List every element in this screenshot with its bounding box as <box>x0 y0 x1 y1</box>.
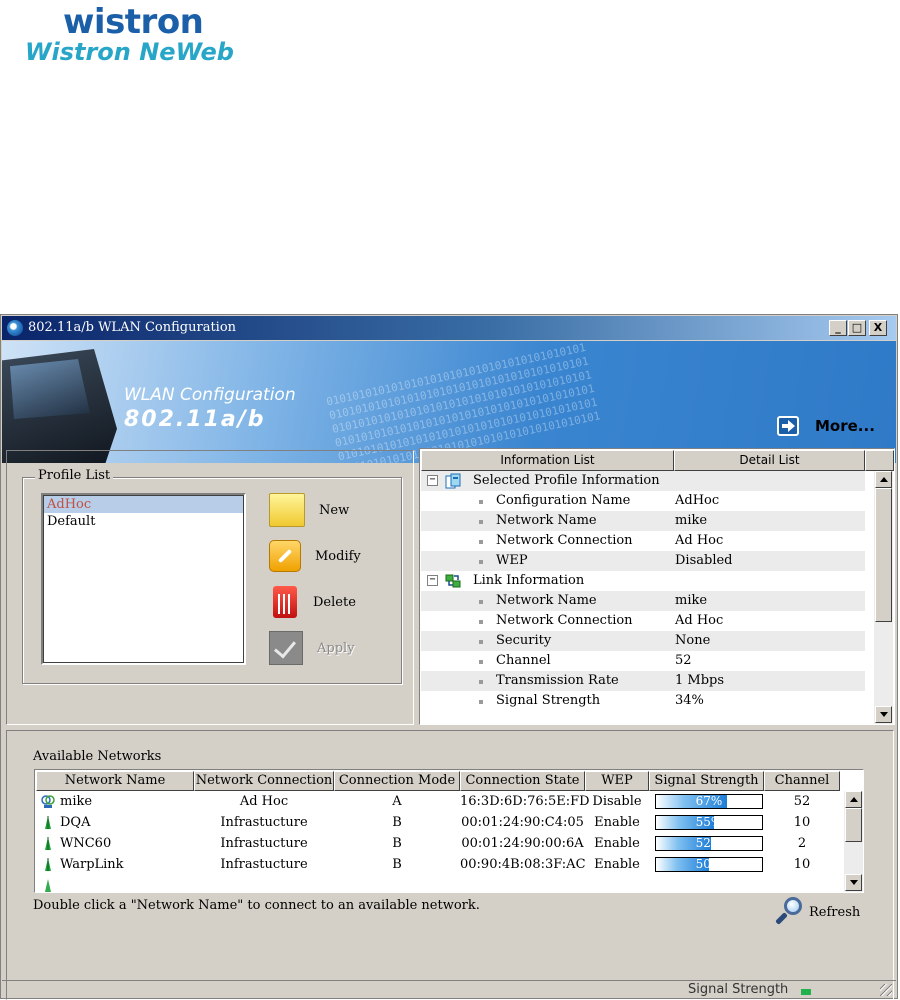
column-connection-mode[interactable]: Connection Mode <box>334 771 460 791</box>
header-banner: 0101010101010101010101010101010101010101… <box>2 341 896 463</box>
signal-bar: 52% <box>655 836 763 851</box>
collapse-icon[interactable]: − <box>427 575 438 586</box>
new-button[interactable]: New <box>269 490 349 530</box>
tree-row: Channel 52 <box>421 651 865 671</box>
scroll-thumb[interactable] <box>875 488 892 622</box>
refresh-label: Refresh <box>809 904 861 920</box>
tab-information-list[interactable]: Information List <box>421 450 674 471</box>
refresh-button[interactable]: Refresh <box>775 897 860 927</box>
networks-listview[interactable]: Network Name Network Connection Connecti… <box>34 769 864 893</box>
connect-hint: Double click a "Network Name" to connect… <box>33 898 480 913</box>
column-connection-state[interactable]: Connection State <box>460 771 585 791</box>
tree-node-link-information[interactable]: − Link Information <box>421 571 865 591</box>
signal-bar: 67% <box>655 794 763 809</box>
tree-row: Security None <box>421 631 865 651</box>
information-panel: Information List Detail List − Selected … <box>419 448 895 725</box>
tree-row: Network Connection Ad Hoc <box>421 531 865 551</box>
scroll-up-button[interactable] <box>875 471 892 488</box>
title-bar[interactable]: 802.11a/b WLAN Configuration _ □ X <box>2 316 896 340</box>
wlan-config-window: 802.11a/b WLAN Configuration _ □ X 01010… <box>0 314 898 1000</box>
tab-detail-list[interactable]: Detail List <box>674 450 865 471</box>
app-icon <box>7 320 23 336</box>
profile-info-icon <box>445 473 461 489</box>
signal-indicator <box>801 989 823 995</box>
window-title: 802.11a/b WLAN Configuration <box>28 320 237 335</box>
network-row[interactable]: WNC60 Infrastucture B 00:01:24:90:00:6A … <box>36 833 844 854</box>
access-point-icon <box>45 837 51 850</box>
column-wep[interactable]: WEP <box>585 771 649 791</box>
new-label: New <box>319 502 350 518</box>
banner-standard: 802.11a/b <box>124 407 266 432</box>
scroll-thumb[interactable] <box>845 808 862 842</box>
profile-listbox[interactable]: AdHoc Default <box>41 493 246 665</box>
signal-bar: 55% <box>655 815 763 830</box>
wistron-logo: wistron Wistron NeWeb <box>25 4 265 66</box>
close-button[interactable]: X <box>869 320 887 336</box>
link-info-icon <box>445 574 461 588</box>
available-networks-label: Available Networks <box>33 749 162 764</box>
modify-button[interactable]: Modify <box>269 536 361 576</box>
apply-button[interactable]: Apply <box>269 628 355 668</box>
arrow-right-icon <box>777 416 799 436</box>
delete-button[interactable]: Delete <box>269 582 356 622</box>
access-point-icon <box>45 858 51 871</box>
tree-row: Transmission Rate 1 Mbps <box>421 671 865 691</box>
column-channel[interactable]: Channel <box>764 771 840 791</box>
logo-subtitle: Wistron NeWeb <box>25 38 234 66</box>
maximize-button[interactable]: □ <box>848 320 866 336</box>
more-button[interactable]: More... <box>777 413 875 439</box>
logo-wordmark: wistron <box>63 2 204 42</box>
tree-row: Network Name mike <box>421 511 865 531</box>
network-row[interactable]: DQA Infrastucture B 00:01:24:90:C4:05 En… <box>36 812 844 833</box>
resize-grip[interactable] <box>880 984 892 996</box>
column-signal-strength[interactable]: Signal Strength <box>649 771 764 791</box>
binary-decoration: 0101010101010101010101010101010101010101… <box>325 341 602 463</box>
profile-item-adhoc[interactable]: AdHoc <box>44 496 243 513</box>
profile-list-label: Profile List <box>35 468 114 483</box>
scroll-up-button[interactable] <box>845 791 862 808</box>
access-point-icon <box>45 879 51 892</box>
tree-row: Network Connection Ad Hoc <box>421 611 865 631</box>
apply-label: Apply <box>317 640 355 656</box>
tree-row: Network Name mike <box>421 591 865 611</box>
minimize-button[interactable]: _ <box>829 320 847 336</box>
modify-label: Modify <box>315 548 361 564</box>
wrench-icon <box>269 540 301 572</box>
collapse-icon[interactable]: − <box>427 475 438 486</box>
more-label: More... <box>815 417 875 435</box>
section-label: Link Information <box>473 573 585 588</box>
adhoc-icon <box>41 795 55 808</box>
laptop-screen <box>10 359 90 419</box>
column-network-name[interactable]: Network Name <box>36 771 194 791</box>
network-row[interactable]: WarpLink Infrastucture B 00:90:4B:08:3F:… <box>36 854 844 875</box>
checkmark-icon <box>269 631 303 665</box>
column-network-connection[interactable]: Network Connection <box>194 771 334 791</box>
header-filler <box>865 450 894 471</box>
delete-label: Delete <box>313 594 356 610</box>
folder-icon <box>269 493 305 527</box>
signal-bar: 50% <box>655 857 763 872</box>
tree-row: WEP Disabled <box>421 551 865 571</box>
tree-node-selected-profile[interactable]: − Selected Profile Information <box>421 471 865 491</box>
tree-row: Signal Strength 34% <box>421 691 865 711</box>
scroll-down-button[interactable] <box>845 874 862 891</box>
info-scrollbar[interactable] <box>874 471 893 724</box>
magnifier-icon <box>775 897 805 927</box>
profile-item-default[interactable]: Default <box>44 513 243 530</box>
trash-icon <box>273 586 297 618</box>
section-label: Selected Profile Information <box>473 473 660 488</box>
network-row-partial[interactable] <box>36 875 844 892</box>
network-row[interactable]: mike Ad Hoc A 16:3D:6D:76:5E:FD Disable … <box>36 791 844 812</box>
access-point-icon <box>45 816 51 829</box>
scroll-down-button[interactable] <box>875 706 892 723</box>
tree-row: Configuration Name AdHoc <box>421 491 865 511</box>
status-bar: Signal Strength <box>2 980 896 999</box>
banner-title: WLAN Configuration <box>124 385 296 405</box>
status-signal-label: Signal Strength <box>688 982 789 997</box>
networks-scrollbar[interactable] <box>844 791 863 892</box>
